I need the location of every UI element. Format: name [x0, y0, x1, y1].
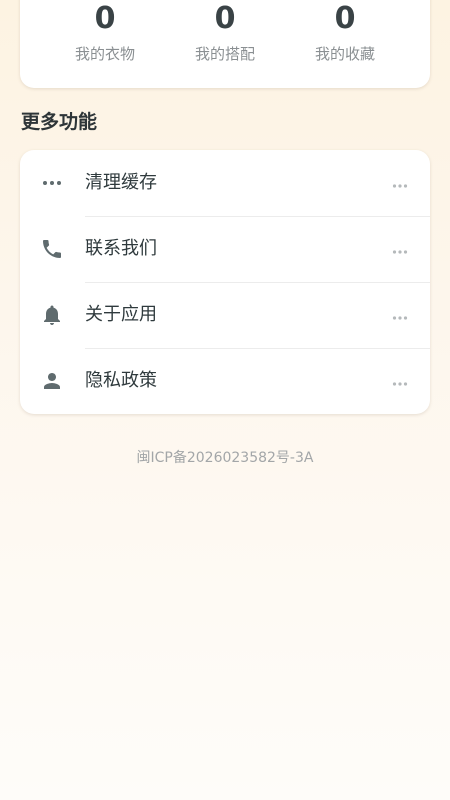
stat-value: 0	[214, 1, 236, 36]
menu-item-label: 关于应用	[85, 304, 157, 325]
stat-label: 我的收藏	[314, 45, 375, 63]
stat-value: 0	[94, 1, 116, 36]
menu-item-about-app[interactable]: 关于应用	[20, 282, 430, 348]
ellipsis-icon	[392, 243, 408, 255]
menu-item-label: 清理缓存	[85, 172, 157, 193]
stat-my-outfits[interactable]: 0 我的搭配	[165, 0, 285, 64]
menu-item-privacy-policy[interactable]: 隐私政策	[20, 348, 430, 414]
ellipsis-icon	[392, 309, 408, 321]
menu-item-contact-us[interactable]: 联系我们	[20, 216, 430, 282]
icp-footer-link[interactable]: 闽ICP备2026023582号-3A	[0, 447, 450, 469]
stat-label: 我的衣物	[74, 45, 135, 63]
section-title: 更多功能	[21, 111, 98, 133]
stat-label: 我的搭配	[194, 45, 255, 63]
stat-my-favorites[interactable]: 0 我的收藏	[285, 0, 405, 64]
ellipsis-icon	[392, 177, 408, 189]
person-icon	[40, 369, 64, 393]
more-horizontal-icon	[40, 171, 64, 195]
menu-item-label: 隐私政策	[85, 370, 157, 391]
menu-card: 清理缓存 联系我们 关于应用 隐私政策	[20, 150, 430, 414]
ellipsis-icon	[392, 375, 408, 387]
bell-icon	[40, 303, 64, 327]
menu-item-clear-cache[interactable]: 清理缓存	[20, 150, 430, 216]
stat-value: 0	[334, 1, 356, 36]
phone-icon	[40, 237, 64, 261]
menu-item-label: 联系我们	[85, 238, 157, 259]
stat-my-clothes[interactable]: 0 我的衣物	[45, 0, 165, 64]
stats-card: 0 我的衣物 0 我的搭配 0 我的收藏	[20, 0, 430, 88]
